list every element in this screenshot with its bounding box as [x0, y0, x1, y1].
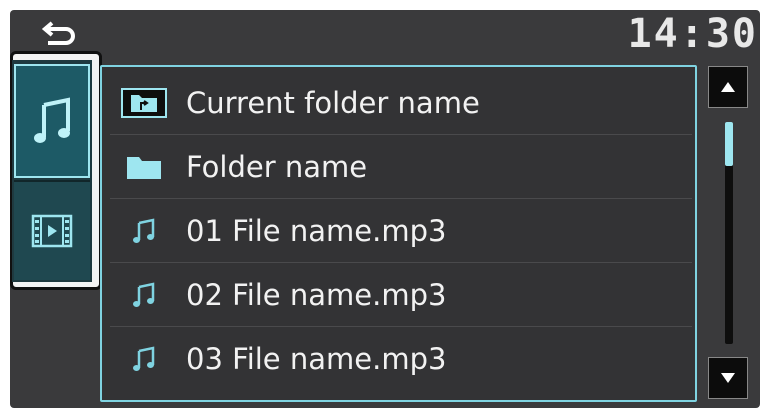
back-button[interactable]	[34, 17, 84, 51]
list-item-file[interactable]: 01 File name.mp3	[110, 199, 692, 263]
scroll-up-button[interactable]	[708, 66, 748, 108]
music-type-button[interactable]	[14, 64, 90, 178]
scroll-down-button[interactable]	[708, 357, 748, 399]
folder-icon	[127, 156, 161, 179]
list-item-label: 03 File name.mp3	[186, 342, 447, 376]
triangle-up-icon	[721, 82, 735, 92]
list-item-label: 01 File name.mp3	[186, 213, 447, 248]
list-item-label: 02 File name.mp3	[186, 277, 447, 312]
scrollbar-track[interactable]	[725, 122, 733, 344]
folder-up-icon	[121, 87, 167, 118]
music-note-icon	[133, 217, 155, 243]
file-list: Current folder name Folder name 01 File …	[100, 65, 697, 402]
list-item-folder[interactable]: Folder name	[110, 135, 692, 199]
list-item-label: Folder name	[186, 149, 368, 184]
scrollbar-thumb[interactable]	[725, 122, 733, 166]
video-type-button[interactable]	[14, 180, 90, 280]
music-note-icon	[133, 346, 155, 371]
list-item-current-folder[interactable]: Current folder name	[110, 71, 692, 135]
clock: 14:30	[627, 11, 758, 57]
music-note-icon	[133, 281, 155, 307]
return-arrow-icon	[42, 21, 75, 45]
list-item-file[interactable]: 02 File name.mp3	[110, 263, 692, 327]
music-note-icon	[34, 97, 70, 143]
list-item-label: Current folder name	[186, 85, 480, 120]
triangle-down-icon	[721, 373, 735, 383]
list-item-file[interactable]: 03 File name.mp3	[110, 327, 692, 391]
film-strip-icon	[31, 214, 73, 248]
